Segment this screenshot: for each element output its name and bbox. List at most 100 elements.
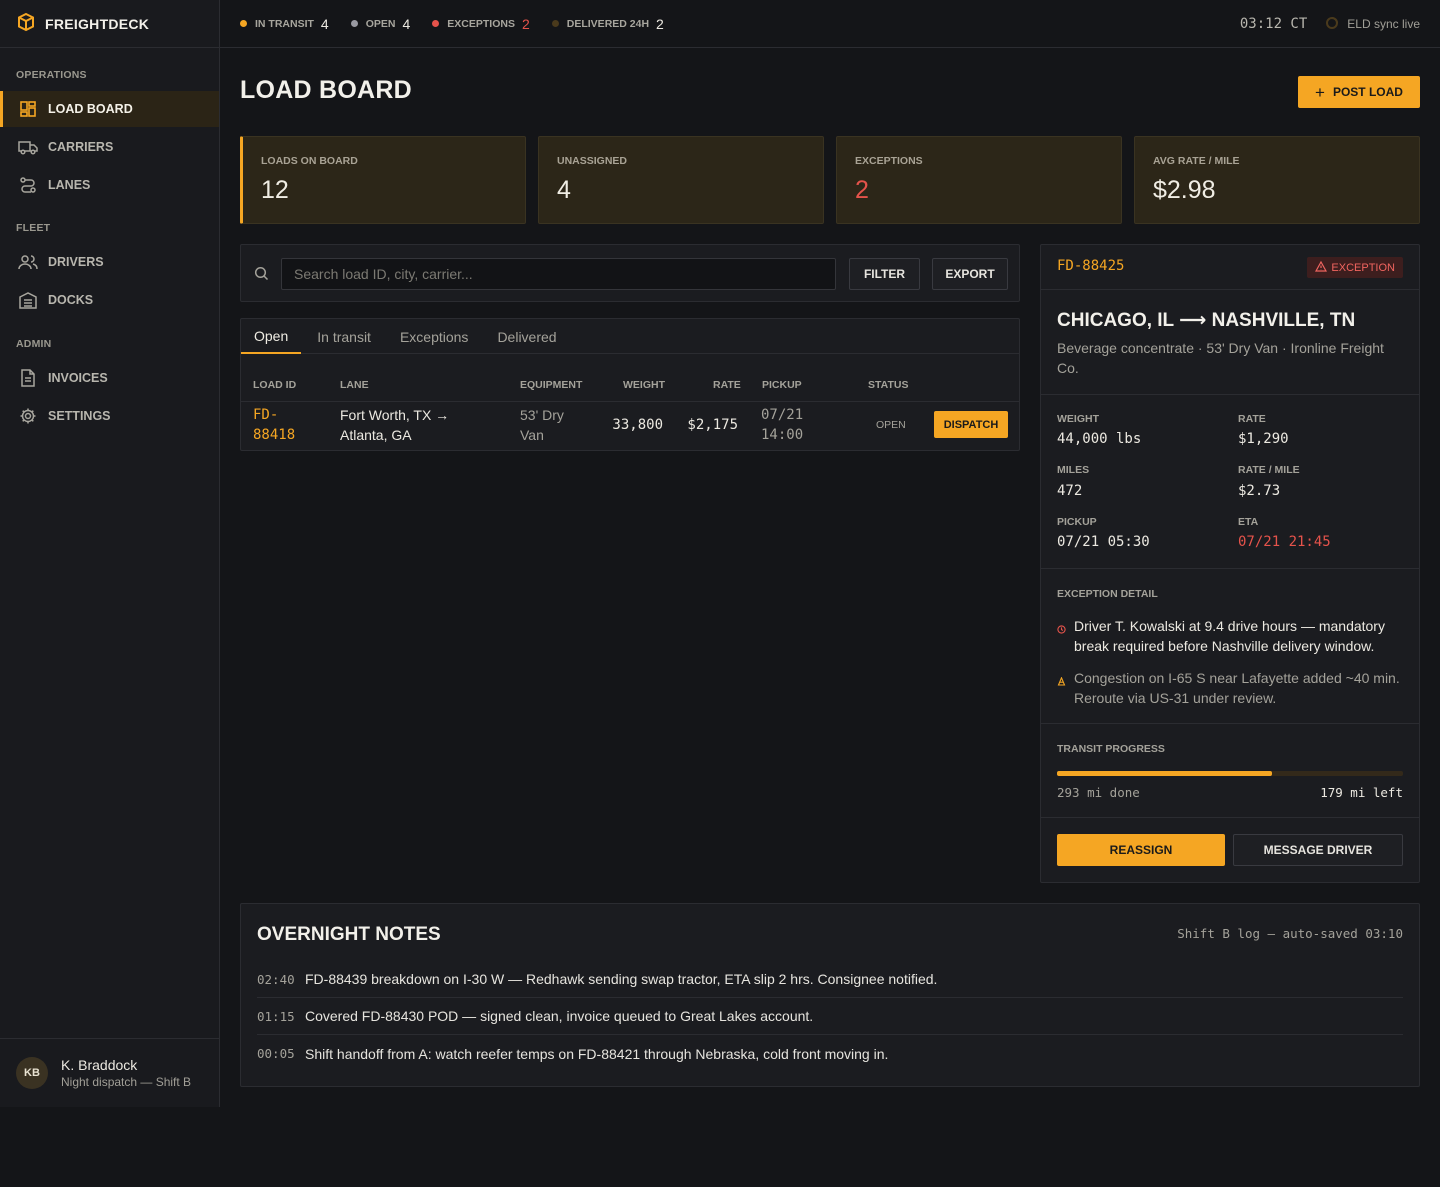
stat-value: 4: [402, 15, 411, 32]
column-header[interactable]: WEIGHT: [623, 379, 665, 391]
topbar-right: 03:12 CT ELD sync live: [1240, 0, 1420, 48]
brand-name: FREIGHTDECK: [45, 15, 150, 32]
kpi-label: UNASSIGNED: [557, 155, 628, 167]
column-header[interactable]: EQUIPMENT: [520, 379, 582, 391]
column-header[interactable]: LANE: [340, 379, 369, 391]
metric-label: RATE: [1238, 413, 1266, 425]
clock: 03:12 CT: [1239, 16, 1308, 32]
exception-badge-label: EXCEPTION: [1331, 261, 1395, 274]
export-button[interactable]: EXPORT: [932, 258, 1008, 290]
users-icon: [18, 252, 38, 272]
column-header[interactable]: PICKUP: [762, 379, 802, 391]
transit-progress-fill: [1057, 771, 1272, 776]
pickup-date: 07/21: [761, 407, 804, 423]
equipment-cell: 53' Dry Van: [520, 405, 564, 445]
nav-section-fleet: FLEET: [16, 222, 51, 234]
route-title: CHICAGO, IL ⟶ NASHVILLE, TN: [1057, 310, 1356, 331]
stat-open[interactable]: OPEN 4: [350, 15, 411, 32]
status-dot-icon: [432, 20, 440, 27]
note-time: 01:15: [257, 1008, 295, 1024]
note-time: 02:40: [257, 971, 295, 987]
stat-exceptions[interactable]: EXCEPTIONS 2: [432, 15, 530, 32]
message-driver-button[interactable]: MESSAGE DRIVER: [1233, 834, 1403, 866]
column-header[interactable]: LOAD ID: [253, 379, 296, 391]
tab-in-transit[interactable]: In transit: [304, 319, 384, 354]
status-badge: OPEN: [876, 419, 906, 431]
lane-destination: Atlanta, GA: [340, 427, 412, 443]
tab-delivered[interactable]: Delivered: [484, 319, 569, 354]
filter-button[interactable]: FILTER: [849, 258, 920, 290]
sidebar-item-carriers[interactable]: CARRIERS: [0, 129, 219, 165]
route-icon: [18, 175, 38, 195]
eld-status[interactable]: ELD sync live: [1325, 16, 1420, 33]
note-entry: 02:40 FD-88439 breakdown on I-30 W — Red…: [257, 961, 1403, 998]
search-icon: [254, 266, 269, 284]
load-id-part: FD-: [253, 407, 279, 423]
user-profile[interactable]: KB K. Braddock Night dispatch — Shift B: [0, 1038, 219, 1107]
load-id-part: 88418: [253, 427, 296, 443]
sidebar-item-lanes[interactable]: LANES: [0, 167, 219, 203]
kpi-exceptions: EXCEPTIONS 2: [836, 136, 1122, 224]
tab-exceptions[interactable]: Exceptions: [387, 319, 481, 354]
kpi-value: 12: [261, 176, 289, 204]
stat-delivered[interactable]: DELIVERED 24H 2: [551, 15, 664, 32]
sidebar-item-drivers[interactable]: DRIVERS: [0, 244, 219, 280]
kpi-value: $2.98: [1153, 176, 1216, 204]
status-dot-icon: [551, 20, 559, 27]
divider: [1041, 568, 1419, 569]
nav-section-operations: OPERATIONS: [16, 69, 87, 81]
search-input[interactable]: [281, 258, 836, 290]
eld-status-label: ELD sync live: [1347, 17, 1420, 31]
column-header[interactable]: STATUS: [868, 379, 908, 391]
column-header[interactable]: RATE: [713, 379, 741, 391]
sidebar-item-invoices[interactable]: INVOICES: [0, 360, 219, 396]
metric-pickup: 07/21 05:30: [1057, 534, 1150, 550]
stat-label: DELIVERED 24H: [566, 17, 650, 30]
metric-label: ETA: [1238, 516, 1259, 528]
sidebar: FREIGHTDECK OPERATIONS LOAD BOARD CARRIE…: [0, 0, 220, 1107]
post-load-button[interactable]: + POST LOAD: [1298, 76, 1420, 108]
sidebar-item-docks[interactable]: DOCKS: [0, 282, 219, 318]
clock-icon: [1057, 619, 1066, 656]
kpi-avg-rate: AVG RATE / MILE $2.98: [1134, 136, 1420, 224]
kpi-value: 2: [855, 176, 869, 204]
note-entry: 01:15 Covered FD-88430 POD — signed clea…: [257, 998, 1403, 1035]
exception-text: Congestion on I-65 S near Lafayette adde…: [1074, 670, 1400, 706]
transit-progress-title: TRANSIT PROGRESS: [1057, 743, 1165, 755]
stat-value: 2: [521, 15, 530, 32]
dashboard-icon: [18, 99, 38, 119]
metric-miles: 472: [1057, 483, 1083, 499]
dispatch-button[interactable]: DISPATCH: [934, 411, 1008, 438]
divider: [1041, 394, 1419, 395]
note-entry: 00:05 Shift handoff from A: watch reefer…: [257, 1035, 1403, 1072]
lane-origin: Fort Worth, TX →: [340, 407, 450, 423]
stat-value: 2: [656, 15, 664, 32]
load-id-link[interactable]: FD- 88418: [253, 405, 295, 445]
reassign-button[interactable]: REASSIGN: [1057, 834, 1225, 866]
transit-progress-bar: [1057, 771, 1403, 776]
note-text: Covered FD-88430 POD — signed clean, inv…: [305, 1008, 814, 1024]
document-icon: [18, 368, 38, 388]
kpi-label: LOADS ON BOARD: [261, 155, 358, 167]
brand[interactable]: FREIGHTDECK: [0, 0, 219, 48]
sidebar-item-settings[interactable]: SETTINGS: [0, 398, 219, 434]
tab-open[interactable]: Open: [241, 319, 302, 354]
sidebar-item-label: LOAD BOARD: [48, 102, 133, 116]
sidebar-item-label: DOCKS: [48, 293, 94, 307]
progress-done: 293 mi done: [1057, 785, 1140, 800]
stat-in-transit[interactable]: IN TRANSIT 4: [240, 16, 329, 32]
logo-box-icon: [16, 12, 36, 35]
metric-label: PICKUP: [1057, 516, 1097, 528]
plus-icon: +: [1315, 82, 1325, 102]
sidebar-item-label: LANES: [48, 178, 91, 192]
sidebar-item-label: INVOICES: [48, 371, 108, 385]
post-load-label: POST LOAD: [1332, 85, 1403, 99]
pickup-cell: 07/21 14:00: [761, 405, 803, 445]
sidebar-item-load-board[interactable]: LOAD BOARD: [0, 91, 219, 127]
search-bar: FILTER EXPORT: [240, 244, 1020, 302]
stat-value: 4: [320, 15, 329, 32]
avatar: KB: [16, 1057, 48, 1089]
equipment-part: Van: [520, 427, 544, 443]
exception-text: Driver T. Kowalski at 9.4 drive hours — …: [1074, 618, 1385, 654]
metric-rate: $1,290: [1238, 431, 1289, 447]
